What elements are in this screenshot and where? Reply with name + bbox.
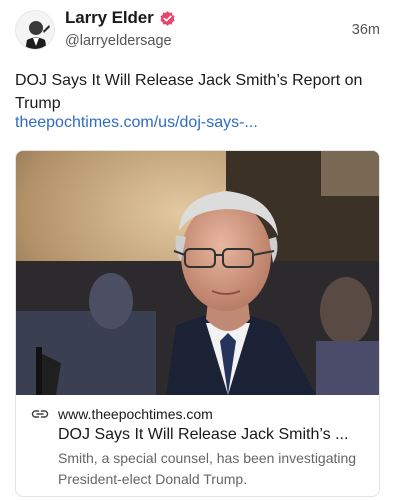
- post-timestamp: 36m: [351, 22, 380, 38]
- card-image: [16, 151, 379, 395]
- avatar-image: [16, 11, 54, 49]
- post-text: DOJ Says It Will Release Jack Smith’s Re…: [15, 72, 363, 112]
- author-handle[interactable]: @larryeldersage: [65, 33, 172, 49]
- verified-badge-icon: [160, 10, 175, 26]
- card-meta: www.theepochtimes.com DOJ Says It Will R…: [16, 395, 379, 496]
- author-name-row: Larry Elder: [65, 8, 176, 28]
- card-domain: www.theepochtimes.com: [58, 406, 213, 422]
- avatar[interactable]: [15, 10, 55, 50]
- social-post[interactable]: Larry Elder @larryeldersage 36m DOJ Says…: [0, 0, 396, 500]
- card-description: Smith, a special counsel, has been inves…: [58, 450, 357, 487]
- link-chain-icon: [31, 410, 49, 418]
- post-link[interactable]: theepochtimes.com/us/doj-says-...: [15, 114, 258, 132]
- author-display-name[interactable]: Larry Elder: [65, 8, 154, 28]
- card-title[interactable]: DOJ Says It Will Release Jack Smith’s ..…: [58, 426, 370, 444]
- link-preview-card[interactable]: www.theepochtimes.com DOJ Says It Will R…: [15, 150, 380, 497]
